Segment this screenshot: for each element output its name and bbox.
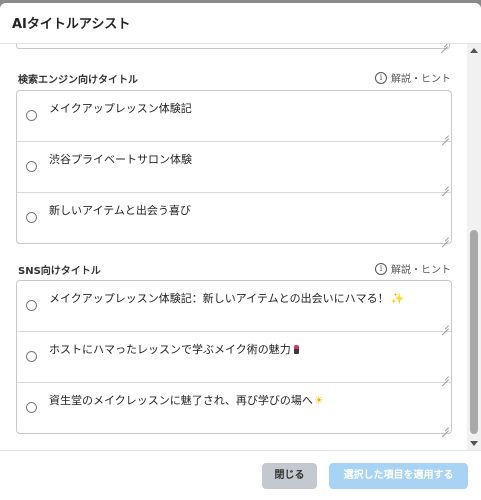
resize-grip-icon[interactable] — [442, 373, 449, 380]
sns-option[interactable]: メイクアップレッスン体験記：新しいアイテムとの出会いにハマる！ ✨ — [17, 281, 451, 332]
dialog-body[interactable]: 検索エンジン向けタイトル i 解説・ヒント メイクアップレッスン体験記 渋谷プラ… — [0, 44, 467, 450]
radio-button[interactable] — [26, 351, 37, 362]
ai-title-assist-dialog: AIタイトルアシスト 検索エンジン向けタイトル i 解説・ヒント メイクアップレ… — [0, 3, 481, 500]
scroll-thumb[interactable] — [470, 230, 478, 434]
seo-hint-label: 解説・ヒント — [391, 74, 451, 85]
resize-grip-icon[interactable] — [442, 234, 449, 241]
sns-option-line[interactable]: 資生堂のメイクレッスンに魅了され、再び学びの場へ☀ — [49, 392, 324, 408]
info-icon: i — [375, 262, 387, 275]
sns-option-text[interactable]: ホストにハマったレッスンで学ぶメイク術の魅力 — [49, 343, 291, 356]
sns-option[interactable]: 資生堂のメイクレッスンに魅了され、再び学びの場へ☀ — [17, 383, 451, 433]
seo-option[interactable]: メイクアップレッスン体験記 — [17, 91, 451, 142]
resize-grip-icon[interactable] — [442, 322, 449, 329]
seo-option-text[interactable]: 渋谷プライベートサロン体験 — [49, 151, 192, 167]
scroll-up-icon[interactable] — [470, 48, 478, 53]
seo-option[interactable]: 新しいアイテムと出会う喜び — [17, 193, 451, 243]
scroll-down-icon[interactable] — [470, 441, 478, 446]
dialog-footer: 閉じる 選択した項目を適用する — [0, 450, 481, 500]
seo-option-text[interactable]: メイクアップレッスン体験記 — [49, 100, 192, 116]
sns-hint-link[interactable]: i 解説・ヒント — [375, 261, 451, 276]
radio-button[interactable] — [26, 300, 37, 311]
dialog-header: AIタイトルアシスト — [0, 3, 481, 44]
sun-icon: ☀ — [313, 394, 324, 407]
sns-option[interactable]: ホストにハマったレッスンで学ぶメイク術の魅力 — [17, 332, 451, 383]
sns-option-line[interactable]: メイクアップレッスン体験記：新しいアイテムとの出会いにハマる！ ✨ — [49, 290, 404, 306]
resize-grip-icon[interactable] — [442, 424, 449, 431]
sns-option-line[interactable]: ホストにハマったレッスンで学ぶメイク術の魅力 — [49, 341, 299, 357]
seo-hint-link[interactable]: i 解説・ヒント — [375, 70, 451, 85]
previous-textarea[interactable] — [16, 44, 450, 49]
close-button[interactable]: 閉じる — [262, 463, 317, 489]
radio-button[interactable] — [26, 161, 37, 172]
radio-button[interactable] — [26, 212, 37, 223]
seo-option[interactable]: 渋谷プライベートサロン体験 — [17, 142, 451, 193]
sns-option-text[interactable]: 資生堂のメイクレッスンに魅了され、再び学びの場へ — [49, 394, 313, 407]
info-icon: i — [375, 71, 387, 84]
radio-button[interactable] — [26, 110, 37, 121]
seo-option-text[interactable]: 新しいアイテムと出会う喜び — [49, 202, 191, 218]
resize-grip-icon[interactable] — [441, 44, 448, 47]
seo-section-title: 検索エンジン向けタイトル — [18, 75, 138, 86]
resize-grip-icon[interactable] — [442, 132, 449, 139]
vertical-scrollbar[interactable] — [467, 44, 481, 450]
sns-hint-label: 解説・ヒント — [391, 265, 451, 276]
radio-button[interactable] — [26, 402, 37, 413]
sns-title-options: メイクアップレッスン体験記：新しいアイテムとの出会いにハマる！ ✨ ホストにハマっ… — [16, 280, 452, 434]
resize-grip-icon[interactable] — [442, 183, 449, 190]
apply-selected-button[interactable]: 選択した項目を適用する — [329, 463, 468, 489]
dialog-title: AIタイトルアシスト — [12, 17, 131, 32]
seo-title-options: メイクアップレッスン体験記 渋谷プライベートサロン体験 新しいアイテムと出会う喜… — [16, 90, 452, 244]
sparkles-icon: ✨ — [390, 292, 405, 305]
lipstick-icon — [293, 345, 299, 354]
sns-section-title: SNS向けタイトル — [18, 266, 101, 277]
sns-option-text[interactable]: メイクアップレッスン体験記：新しいアイテムとの出会いにハマる！ — [49, 292, 389, 305]
